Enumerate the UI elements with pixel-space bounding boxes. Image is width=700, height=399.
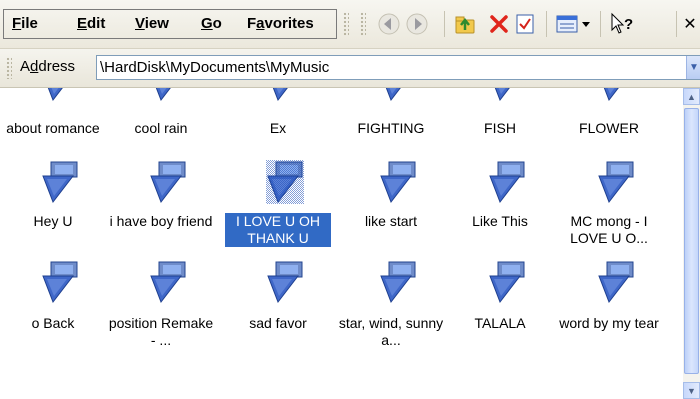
- delete-button[interactable]: [486, 11, 512, 37]
- video-file-icon: [603, 88, 619, 102]
- video-file-icon: [598, 261, 634, 304]
- menu-edit-label: dit: [87, 15, 106, 32]
- forward-arrow-icon: [406, 13, 428, 35]
- video-file-icon: [489, 161, 525, 204]
- video-file-icon: [272, 88, 288, 102]
- menu-edit[interactable]: Edit: [77, 14, 105, 34]
- toolbar-separator-2: [546, 11, 547, 37]
- file-label: word by my tear: [559, 315, 659, 331]
- video-file-icon: [598, 161, 634, 204]
- menu-file-mnemonic: F: [12, 15, 22, 32]
- menu-go[interactable]: Go: [201, 14, 222, 34]
- toolbar-separator: [444, 11, 445, 37]
- close-icon: ✕: [683, 16, 697, 33]
- menu-go-label: o: [212, 15, 222, 32]
- help-glyph: ?: [624, 16, 633, 33]
- back-button[interactable]: [376, 11, 402, 37]
- address-bar: Address \HardDisk\MyDocuments\MyMusic: [0, 49, 700, 88]
- views-button[interactable]: [554, 11, 594, 37]
- up-folder-button[interactable]: [452, 11, 478, 37]
- file-label: i have boy friend: [109, 213, 213, 229]
- views-icon: [556, 15, 590, 33]
- video-file-icon: [266, 160, 304, 204]
- file-label: about romance: [6, 120, 100, 136]
- menu-favorites-mnemonic: a: [256, 15, 265, 32]
- whats-this-icon: ?: [611, 12, 633, 34]
- menu-file[interactable]: File: [12, 14, 38, 34]
- file-label: MC mong - I LOVE U O...: [570, 213, 648, 246]
- video-file-icon: [380, 261, 416, 304]
- file-label: FISH: [484, 120, 516, 136]
- menu-file-label: ile: [21, 15, 38, 32]
- menu-view[interactable]: View: [135, 14, 169, 34]
- file-label: FLOWER: [579, 120, 639, 136]
- toolbar-grip[interactable]: [343, 12, 349, 36]
- address-label-rest: dress: [38, 58, 76, 75]
- address-grip[interactable]: [6, 57, 12, 79]
- file-label: like start: [364, 213, 418, 229]
- scroll-down-button[interactable]: ▼: [683, 382, 700, 399]
- scroll-up-button[interactable]: ▲: [683, 88, 700, 105]
- menu-edit-mnemonic: E: [77, 15, 88, 32]
- file-list-view[interactable]: about romance cool rain Ex FIGHTING FISH…: [0, 88, 683, 399]
- chevron-up-icon: ▲: [687, 91, 696, 102]
- video-file-icon: [489, 261, 525, 304]
- chevron-down-icon: ▼: [689, 62, 699, 73]
- menu-favorites[interactable]: Favorites: [247, 14, 314, 34]
- video-file-icon: [42, 261, 78, 304]
- video-file-icon: [150, 161, 186, 204]
- address-label: Address: [20, 58, 75, 75]
- address-dropdown-button[interactable]: ▼: [686, 56, 700, 79]
- video-file-icon: [494, 88, 510, 102]
- scroll-thumb[interactable]: [684, 108, 699, 374]
- video-file-icon: [155, 88, 171, 102]
- toolbar-grip-2[interactable]: [360, 12, 366, 36]
- file-label: position Remake - ...: [108, 315, 214, 348]
- file-label: sad favor: [249, 315, 307, 331]
- file-label: TALALA: [474, 315, 526, 331]
- back-arrow-icon: [378, 13, 400, 35]
- menu-toolbar-bar: File Edit View Go Favorites ? ✕: [0, 0, 700, 49]
- toolbar-separator-4: [676, 11, 677, 37]
- close-button[interactable]: ✕: [680, 11, 700, 37]
- video-file-icon: [267, 261, 303, 304]
- file-label: Like This: [472, 213, 528, 229]
- video-file-icon: [42, 161, 78, 204]
- file-label: Hey U: [33, 213, 73, 229]
- menu-favorites-prefix: F: [247, 15, 257, 32]
- address-label-prefix: A: [20, 58, 31, 75]
- file-label: star, wind, sunny a...: [338, 315, 444, 348]
- delete-icon: [490, 15, 508, 33]
- file-label: I LOVE U OH THANK U: [225, 213, 331, 247]
- file-label: o Back: [31, 315, 75, 331]
- video-file-icon: [150, 261, 186, 304]
- whats-this-button[interactable]: ?: [608, 11, 638, 37]
- video-file-icon: [380, 161, 416, 204]
- file-label: Ex: [269, 120, 287, 136]
- toolbar-separator-3: [600, 11, 601, 37]
- menu-favorites-label: vorites: [264, 15, 314, 32]
- video-file-icon: [385, 88, 401, 102]
- address-input[interactable]: \HardDisk\MyDocuments\MyMusic: [96, 55, 700, 80]
- menu-view-mnemonic: V: [135, 15, 145, 32]
- file-label: cool rain: [134, 120, 188, 136]
- video-file-icon: [47, 88, 63, 102]
- vertical-scrollbar[interactable]: ▲ ▼: [683, 88, 700, 399]
- file-label: FIGHTING: [357, 120, 425, 136]
- properties-icon: [516, 14, 534, 34]
- menu-view-label: iew: [144, 15, 169, 32]
- up-folder-icon: [455, 16, 475, 34]
- chevron-down-icon: ▼: [687, 385, 696, 396]
- forward-button[interactable]: [404, 11, 430, 37]
- menu-go-mnemonic: G: [201, 15, 213, 32]
- properties-button[interactable]: [512, 11, 538, 37]
